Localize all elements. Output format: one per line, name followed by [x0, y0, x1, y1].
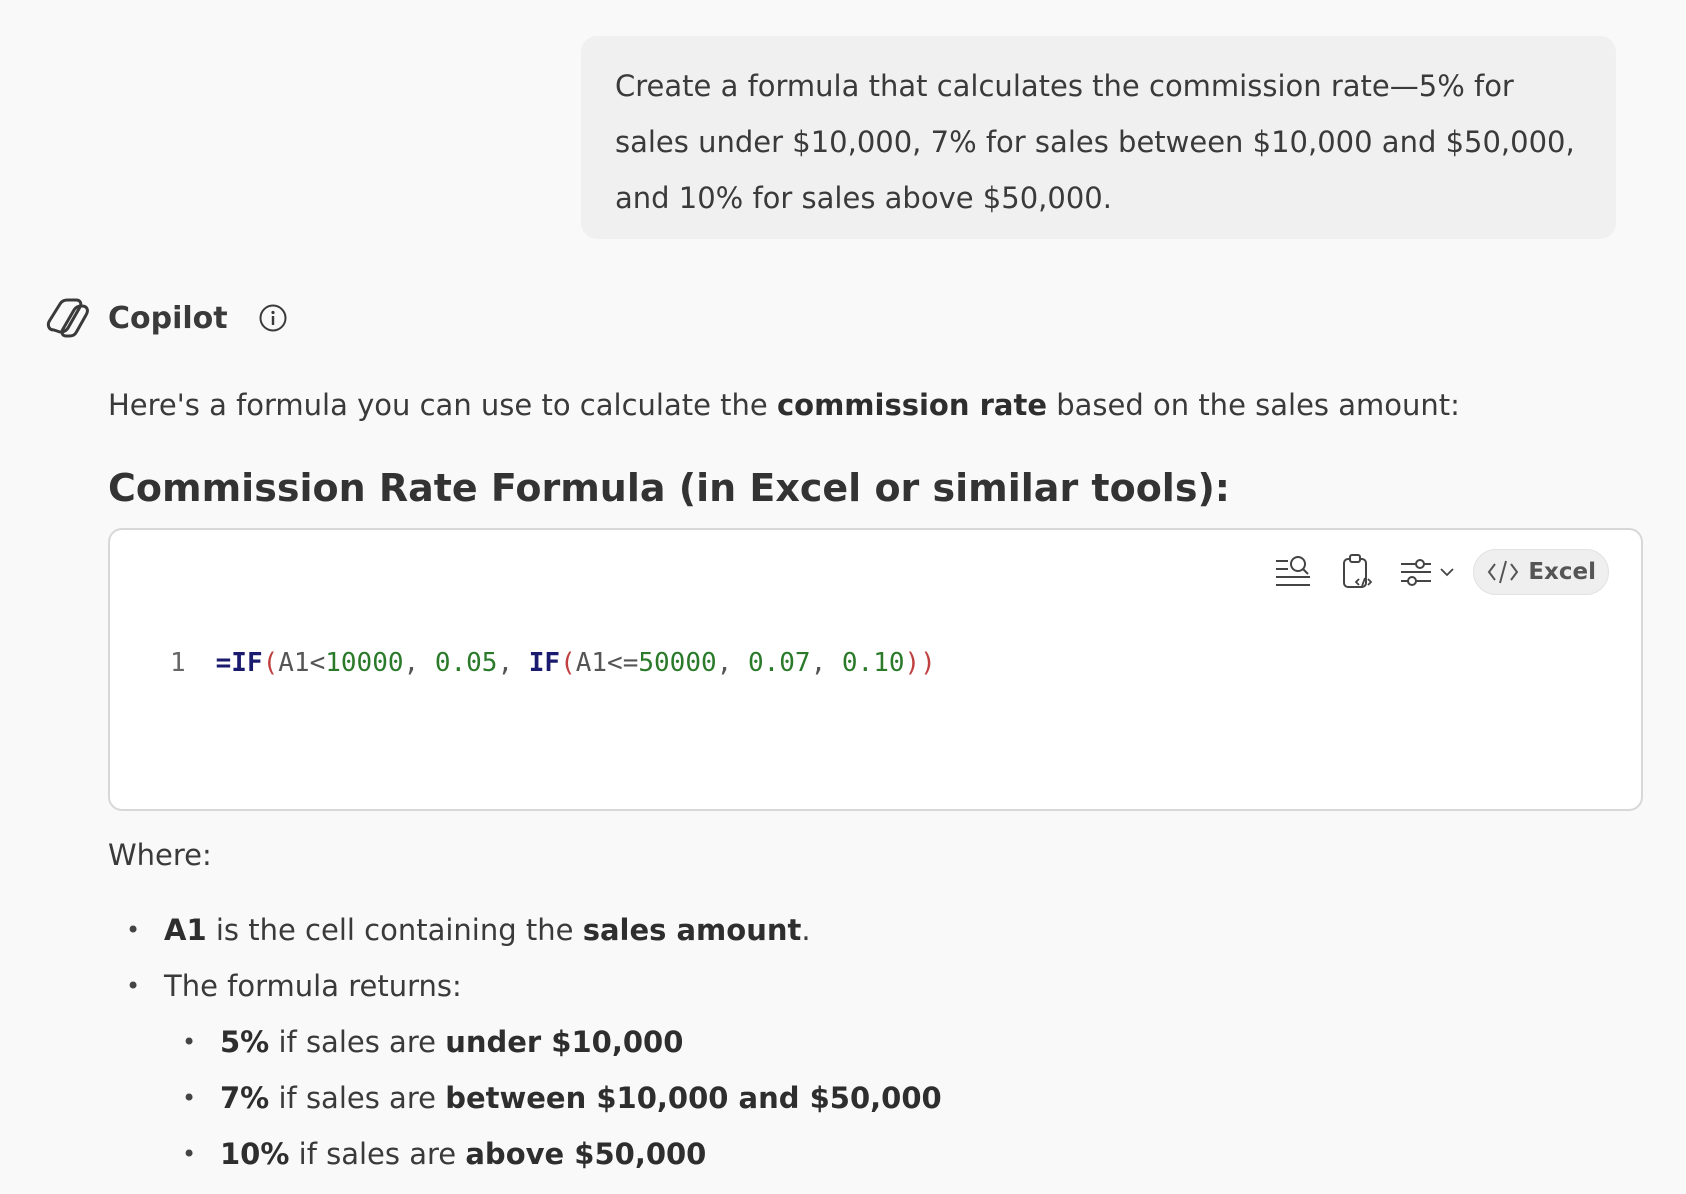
bullet-dot: • [182, 1084, 197, 1112]
code-token-number: 10000 [325, 648, 404, 678]
code-token-number: 0.10 [841, 648, 905, 678]
code-token-paren: )) [904, 648, 936, 678]
user-message-text: Create a formula that calculates the com… [615, 69, 1575, 215]
copilot-logo-icon [46, 298, 89, 338]
bullet-text: . [801, 913, 811, 947]
response-intro: Here's a formula you can use to calculat… [108, 380, 1460, 430]
code-token-separator: , [716, 648, 748, 678]
language-label: Excel [1528, 559, 1596, 585]
intro-text-start: Here's a formula you can use to calculat… [108, 388, 777, 422]
rate-value: 5% [220, 1025, 270, 1059]
code-settings-button[interactable] [1399, 550, 1455, 594]
bullet-bold: sales amount [582, 913, 802, 947]
copy-code-button[interactable] [1335, 550, 1379, 594]
list-item: • The formula returns: [108, 958, 942, 1014]
line-number: 1 [170, 648, 186, 678]
bullet-text: The formula returns: [164, 969, 462, 1003]
sales-condition: above $50,000 [465, 1137, 707, 1171]
bullet-text: if sales are [289, 1137, 466, 1171]
assistant-header: Copilot [44, 292, 288, 344]
settings-sliders-icon [1401, 559, 1432, 586]
code-token-separator: , [810, 648, 842, 678]
info-icon[interactable] [258, 303, 288, 333]
language-badge[interactable]: Excel [1473, 549, 1609, 595]
code-block: Excel 1 =IF(A1<10000, 0.05, IF(A1<=50000,… [108, 528, 1643, 811]
bullet-text: is the cell containing the [206, 913, 583, 947]
intro-text-bold: commission rate [776, 388, 1047, 422]
sub-list-item: • 5% if sales are under $10,000 [108, 1014, 942, 1070]
rate-value: 10% [220, 1137, 290, 1171]
code-brackets-icon [1488, 560, 1519, 584]
code-token-number: 50000 [638, 648, 717, 678]
code-token-number: 0.05 [434, 648, 498, 678]
code-token-separator: , [497, 648, 529, 678]
explain-code-button[interactable] [1271, 550, 1315, 594]
sub-list-item: • 7% if sales are between $10,000 and $5… [108, 1070, 942, 1126]
explain-code-icon [1276, 556, 1311, 586]
bullet-text: if sales are [269, 1081, 446, 1115]
code-toolbar: Excel [1251, 548, 1609, 596]
bullet-dot: • [126, 916, 141, 944]
sales-condition: between $10,000 and $50,000 [445, 1081, 942, 1115]
code-token-number: 0.07 [747, 648, 811, 678]
chevron-down-icon [1440, 568, 1454, 577]
code-token-keyword: IF [528, 648, 561, 678]
bullet-dot: • [182, 1028, 197, 1056]
bullet-dot: • [126, 972, 141, 1000]
sub-list-item: • 10% if sales are above $50,000 [108, 1126, 942, 1182]
code-token-paren: ( [560, 648, 576, 678]
code-token-reference: A1<= [575, 648, 639, 678]
sales-condition: under $10,000 [445, 1025, 684, 1059]
bullet-bold: A1 [164, 913, 207, 947]
user-message-bubble: Create a formula that calculates the com… [581, 36, 1616, 239]
section-heading: Commission Rate Formula (in Excel or sim… [108, 466, 1231, 510]
bullet-text: if sales are [269, 1025, 446, 1059]
intro-text-end: based on the sales amount: [1047, 388, 1460, 422]
code-token-paren: ( [262, 648, 279, 678]
where-label: Where: [108, 838, 212, 872]
explanation-list: • A1 is the cell containing the sales am… [108, 902, 942, 1182]
list-item: • A1 is the cell containing the sales am… [108, 902, 942, 958]
rate-value: 7% [220, 1081, 270, 1115]
copy-code-icon [1343, 554, 1373, 588]
assistant-name: Copilot [108, 300, 228, 336]
bullet-dot: • [182, 1140, 197, 1168]
code-token-separator: , [403, 648, 435, 678]
code-token-reference: A1< [278, 648, 326, 678]
code-line[interactable]: 1 =IF(A1<10000, 0.05, IF(A1<=50000, 0.07,… [170, 648, 936, 678]
code-token-keyword: =IF [215, 648, 263, 678]
